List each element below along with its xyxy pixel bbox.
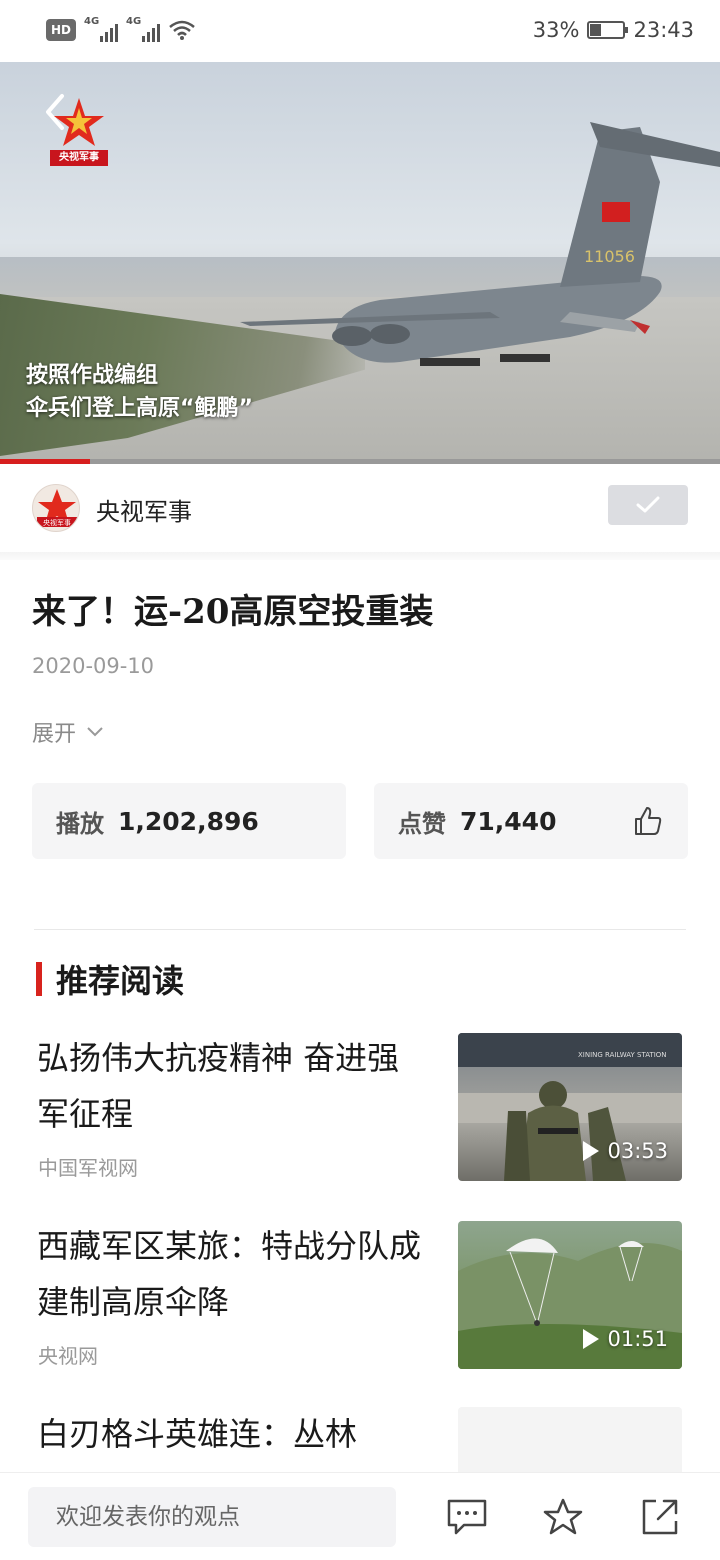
play-count-card: 播放 1,202,896	[32, 783, 346, 859]
follow-button[interactable]	[608, 485, 688, 525]
duration-label: 01:51	[583, 1327, 668, 1351]
video-player[interactable]: 11056 央视军事 按照作战编组 伞兵们登上高原“鲲鹏”	[0, 62, 720, 464]
channel-avatar-icon: 央视军事	[37, 489, 77, 527]
star-icon[interactable]	[542, 1497, 584, 1537]
comment-input[interactable]	[28, 1487, 396, 1547]
duration-text: 01:51	[607, 1327, 668, 1351]
star-logo-icon	[54, 98, 104, 146]
battery-percent: 33%	[532, 18, 580, 42]
heading-accent-bar	[36, 962, 42, 996]
channel-name[interactable]: 央视军事	[96, 492, 192, 527]
channel-row: 央视军事 央视军事	[0, 464, 720, 552]
play-icon	[583, 1141, 600, 1161]
play-count: 1,202,896	[118, 806, 259, 836]
logo-tag: 央视军事	[50, 150, 108, 166]
signal-icon: 4G	[84, 16, 118, 42]
avatar-text: 央视军事	[43, 518, 71, 527]
duration-label: 03:53	[583, 1139, 668, 1163]
chevron-down-icon	[87, 727, 103, 737]
item-title[interactable]: 白刃格斗英雄连：丛林	[37, 1406, 457, 1462]
recommend-heading-text: 推荐阅读	[56, 962, 185, 1000]
comment-icon[interactable]	[446, 1497, 488, 1537]
hd-label: HD	[50, 23, 71, 37]
play-label: 播放	[56, 809, 104, 838]
video-caption: 按照作战编组 伞兵们登上高原“鲲鹏”	[26, 359, 253, 425]
item-thumbnail[interactable]: 01:51	[458, 1221, 682, 1369]
item-source: 央视网	[38, 1344, 98, 1368]
thumbs-up-icon[interactable]	[632, 805, 664, 837]
network-type-2: 4G	[126, 16, 142, 27]
tail-number: 11056	[584, 247, 635, 266]
caption-line-1: 按照作战编组	[26, 363, 159, 388]
expand-label: 展开	[32, 722, 77, 747]
caption-line-2: 伞兵们登上高原“鲲鹏”	[26, 396, 253, 421]
share-icon[interactable]	[640, 1497, 682, 1537]
divider	[34, 929, 686, 930]
item-title[interactable]: 西藏军区某旅：特战分队成建制高原伞降	[37, 1218, 427, 1330]
recommend-heading: 推荐阅读	[36, 956, 184, 1002]
publish-date: 2020-09-10	[32, 654, 155, 678]
item-thumbnail[interactable]: XINING RAILWAY STATION 03:53	[458, 1033, 682, 1181]
section-divider	[0, 552, 720, 560]
item-thumbnail[interactable]	[458, 1407, 682, 1477]
duration-text: 03:53	[607, 1139, 668, 1163]
aircraft-image: 11056	[240, 122, 720, 366]
expand-toggle[interactable]: 展开	[32, 716, 104, 748]
hd-badge: HD	[46, 19, 76, 41]
like-card[interactable]: 点赞 71,440	[374, 783, 688, 859]
clock: 23:43	[633, 18, 694, 42]
like-count: 71,440	[460, 806, 557, 836]
network-type-1: 4G	[84, 16, 100, 27]
check-icon	[636, 496, 660, 513]
status-right: 33% 23:43	[533, 18, 694, 42]
item-source: 中国军视网	[38, 1156, 138, 1180]
thumb-sign-text: XINING RAILWAY STATION	[578, 1051, 667, 1059]
item-title[interactable]: 弘扬伟大抗疫精神 奋进强军征程	[37, 1030, 427, 1142]
wifi-icon	[169, 20, 195, 40]
status-left: HD 4G 4G	[46, 16, 196, 42]
status-bar: HD 4G 4G 33% 23:43	[0, 0, 720, 62]
channel-logo: 央视军事	[50, 96, 108, 166]
play-icon	[583, 1329, 600, 1349]
battery-icon	[587, 21, 629, 39]
like-label: 点赞	[398, 809, 446, 838]
signal-icon-2: 4G	[126, 16, 160, 42]
bottom-bar	[0, 1472, 720, 1560]
article-title: 来了！运-20高原空投重装	[32, 592, 434, 632]
avatar[interactable]: 央视军事	[32, 484, 80, 532]
